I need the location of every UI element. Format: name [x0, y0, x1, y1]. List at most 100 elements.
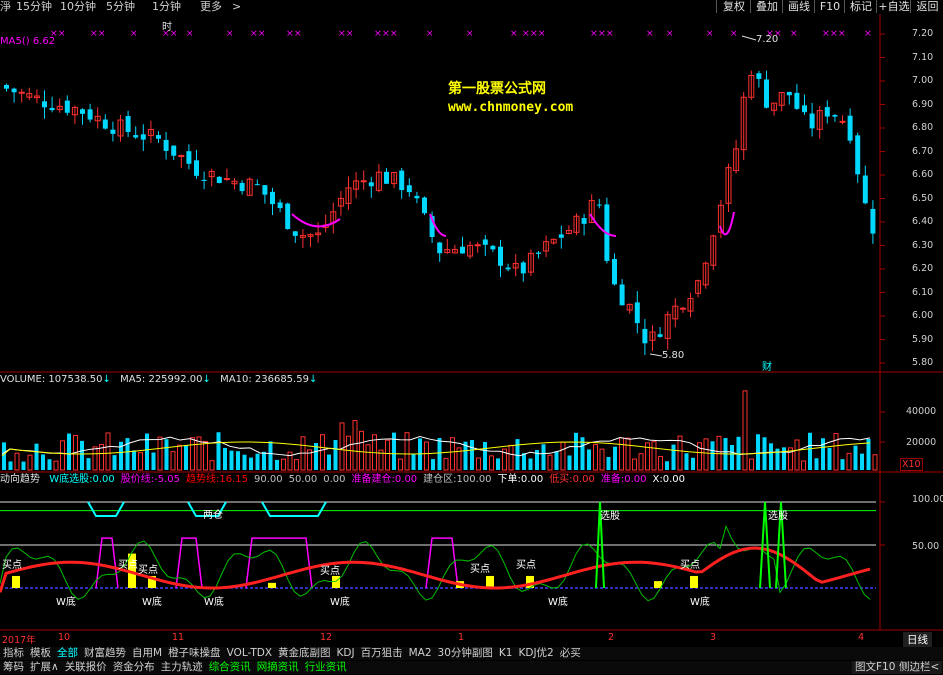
indicator-tab[interactable]: K1 — [496, 647, 516, 660]
candle-body-down — [414, 195, 420, 199]
indicator-tab[interactable]: 黄金底副图 — [275, 647, 334, 660]
indicator-tab[interactable]: 必买 — [557, 647, 584, 660]
volume-bar-down — [574, 432, 578, 470]
volume-bar-up — [138, 452, 143, 471]
buy-bar — [690, 575, 698, 588]
price-tick: 6.90 — [912, 98, 934, 110]
indicator-tab[interactable]: 模板 — [27, 647, 54, 660]
indicator-tab[interactable]: 百万狙击 — [358, 647, 406, 660]
daily-period-button[interactable]: 日线 — [903, 632, 932, 647]
price-tick: 7.10 — [912, 51, 934, 63]
volume-bar-up — [177, 444, 182, 471]
volume-bar-down — [866, 438, 871, 470]
bottom-tab[interactable]: 关联报价 — [62, 661, 110, 674]
indicator-name[interactable]: 动向趋势 — [0, 474, 40, 485]
buy-bar — [268, 582, 276, 588]
indicator-tab[interactable]: 自用M — [129, 647, 165, 660]
bottom-tab[interactable]: 主力轨迹 — [158, 661, 206, 674]
signal-marker: × — [130, 29, 138, 39]
signal-marker: × — [98, 29, 106, 39]
finance-marker[interactable]: 财 — [762, 358, 772, 373]
indicator-tab[interactable]: 30分钟副图 — [435, 647, 496, 660]
period-tab-10min[interactable]: 10分钟 — [60, 0, 96, 13]
indicator-item-value: 90.00 — [253, 474, 283, 485]
candle-body-down — [87, 109, 93, 120]
bottom-tab[interactable]: 综合资讯 — [206, 661, 254, 674]
volume-bar-down — [275, 459, 279, 470]
indicator-tab[interactable]: 橙子味操盘 — [165, 647, 224, 660]
buy-bar — [332, 575, 340, 588]
date-tick: 12 — [320, 632, 333, 643]
volume-bar-down — [437, 438, 442, 470]
volume-bar-down — [554, 451, 559, 470]
bottom-tab[interactable]: 筹码 — [0, 661, 27, 674]
price-tick: 6.80 — [912, 122, 934, 133]
period-tab-partial[interactable]: 淨 — [0, 0, 11, 13]
overlay-button[interactable]: 叠加 — [750, 0, 783, 13]
bottom-tab[interactable]: 行业资讯 — [302, 661, 350, 674]
volume-bar-down — [327, 454, 331, 470]
indicator-tab[interactable]: 全部 — [54, 647, 81, 660]
price-tick: 6.60 — [912, 169, 934, 180]
candle-body-down — [437, 242, 443, 254]
volume-bar-up — [508, 444, 514, 471]
period-tab-5min[interactable]: 5分钟 — [106, 0, 135, 13]
signal-marker: × — [790, 29, 798, 39]
fuquan-button[interactable]: 复权 — [716, 0, 751, 13]
bottom-tab[interactable]: 扩展∧ — [27, 661, 62, 674]
signal-marker: × — [286, 29, 294, 39]
volume-bar-up — [794, 439, 800, 471]
bottom-tab[interactable]: 资金分布 — [110, 661, 158, 674]
volume-bar-up — [346, 435, 351, 471]
indicator-item: W底选股:0.00 — [49, 474, 115, 485]
add-watchlist-button[interactable]: +自选 — [876, 0, 911, 13]
bottom-tab[interactable]: 网摘资讯 — [254, 661, 302, 674]
indicator-tab[interactable]: VOL-TDX — [224, 647, 275, 660]
vol-tick-40000: 40000 — [906, 406, 937, 417]
annotation-maidian: 买点 — [320, 566, 340, 577]
period-tab-15min[interactable]: 15分钟 — [16, 0, 52, 13]
indicator-tab[interactable]: KDJ — [334, 647, 358, 660]
indicator-tab-bar: 指标 模板 全部 财富趋势 自用M 橙子味操盘 VOL-TDX 黄金底副图 KDJ 百万狙击 MA2… — [0, 647, 943, 660]
indicator-item-value: -5.05 — [154, 474, 180, 485]
signal-marker: × — [706, 29, 714, 39]
annotation-maidian: 买点 — [470, 564, 490, 575]
price-tick: 6.10 — [912, 286, 934, 298]
indicator-item-value: 100.00 — [456, 474, 492, 485]
back-button[interactable]: 返回 — [910, 0, 943, 13]
date-tick: 11 — [172, 632, 185, 643]
indicator-tab[interactable]: KDJ优2 — [515, 647, 556, 660]
volume-bar-down — [151, 452, 156, 470]
indicator-item: X:0.00 — [652, 474, 685, 485]
candle-body-down — [194, 160, 199, 176]
indicator-item-value: 0.00 — [520, 474, 544, 485]
chevron-right-icon[interactable]: > — [232, 0, 241, 13]
f10-button[interactable]: F10 — [814, 0, 845, 13]
price-tick: 7.20 — [912, 28, 934, 39]
annotation-xuangu: 选股 — [768, 511, 788, 522]
signal-marker: × — [258, 29, 266, 39]
indicator-tab[interactable]: 财富趋势 — [81, 647, 129, 660]
sidebar-toggle-button[interactable]: 侧边栏< — [896, 661, 943, 674]
volume-bar-down — [691, 457, 695, 470]
volume-bar-up — [53, 460, 59, 471]
volume-bar-up — [105, 432, 111, 471]
candle-body-down — [110, 129, 116, 134]
volume-bar-down — [164, 439, 169, 470]
volume-bar-up — [619, 437, 624, 471]
volume-bar-up — [170, 451, 176, 471]
draw-line-button[interactable]: 画线 — [782, 0, 815, 13]
indicator-tab[interactable]: MA2 — [406, 647, 435, 660]
candle-body-down — [42, 101, 47, 108]
indicator-tab[interactable]: 指标 — [0, 647, 27, 660]
signal-marker: × — [90, 29, 98, 39]
mark-button[interactable]: 标记 — [844, 0, 877, 13]
down-arrow-icon: ↓ — [102, 374, 111, 385]
candle-body-down — [824, 107, 830, 117]
f10-graphic-button[interactable]: 图文F10 — [852, 661, 899, 674]
period-tab-more[interactable]: 更多 — [200, 0, 222, 13]
indicator-item: 0.00 — [323, 474, 345, 485]
volume-bar-down — [216, 432, 221, 470]
signal-marker: × — [522, 29, 530, 39]
period-tab-1min[interactable]: 1分钟 — [152, 0, 181, 13]
